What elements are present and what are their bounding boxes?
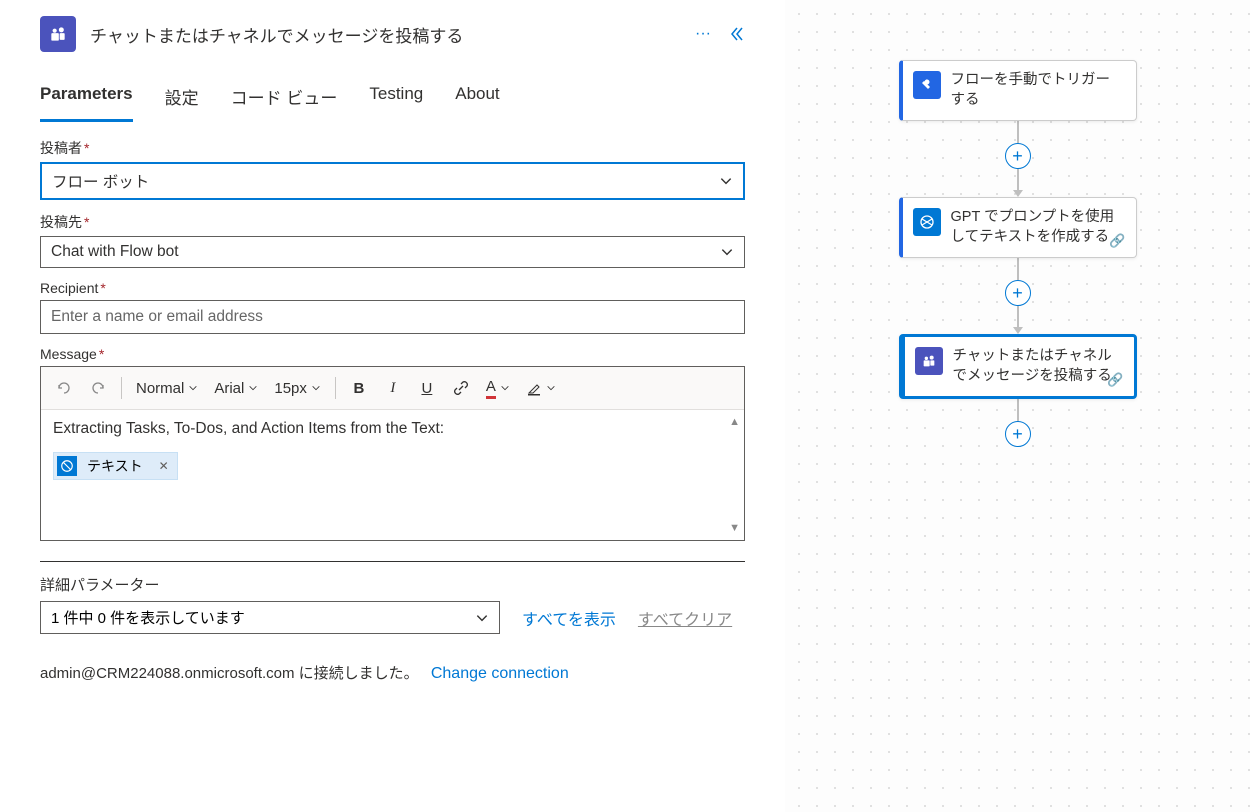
panel-title: チャットまたはチャネルでメッセージを投稿する: [90, 22, 681, 47]
teams-icon: [915, 347, 943, 375]
node-title: GPT でプロンプトを使用してテキストを作成する: [951, 208, 1124, 247]
trigger-icon: [913, 71, 941, 99]
tab-codeview[interactable]: コード ビュー: [231, 84, 338, 122]
postto-value: Chat with Flow bot: [51, 243, 179, 261]
dynamic-token[interactable]: テキスト ✕: [53, 452, 178, 480]
flow-node-gpt[interactable]: GPT でプロンプトを使用してテキストを作成する 🔗: [899, 197, 1137, 258]
teams-icon: [40, 16, 76, 52]
config-panel: チャットまたはチャネルでメッセージを投稿する ··· Parameters 設定…: [0, 0, 785, 812]
scroll-up-icon[interactable]: ▲: [729, 416, 740, 428]
flow-node-trigger[interactable]: フローを手動でトリガーする: [899, 60, 1137, 121]
flow-node-teams[interactable]: チャットまたはチャネルでメッセージを投稿する 🔗: [899, 334, 1137, 399]
token-remove-icon[interactable]: ✕: [159, 459, 169, 473]
style-dropdown[interactable]: Normal: [130, 380, 204, 397]
token-icon: [57, 456, 77, 476]
scroll-down-icon[interactable]: ▼: [729, 522, 740, 534]
more-icon[interactable]: ···: [695, 25, 711, 43]
recipient-label: Recipient*: [40, 280, 745, 296]
advanced-section: 詳細パラメーター 1 件中 0 件を表示しています すべてを表示 すべてクリア: [40, 561, 745, 634]
tab-settings[interactable]: 設定: [165, 84, 199, 122]
italic-button[interactable]: I: [378, 373, 408, 403]
font-dropdown[interactable]: Arial: [208, 380, 264, 397]
chevron-down-icon: [475, 611, 489, 625]
token-label: テキスト: [87, 456, 143, 476]
advanced-select[interactable]: 1 件中 0 件を表示しています: [40, 601, 500, 634]
poster-value: フロー ボット: [52, 170, 149, 192]
undo-button[interactable]: [49, 373, 79, 403]
chevron-down-icon: [720, 245, 734, 259]
tab-parameters[interactable]: Parameters: [40, 84, 133, 122]
message-body[interactable]: ▲ Extracting Tasks, To-Dos, and Action I…: [41, 410, 744, 540]
node-title: フローを手動でトリガーする: [951, 71, 1124, 110]
size-dropdown[interactable]: 15px: [268, 380, 327, 397]
advanced-display: 1 件中 0 件を表示しています: [51, 607, 245, 628]
underline-button[interactable]: U: [412, 373, 442, 403]
flow-column: フローを手動でトリガーする + GPT でプロンプトを使用してテキストを作成する…: [898, 60, 1138, 447]
fontcolor-button[interactable]: A: [480, 378, 516, 399]
poster-select[interactable]: フロー ボット: [40, 162, 745, 200]
tab-testing[interactable]: Testing: [369, 84, 423, 122]
panel-header: チャットまたはチャネルでメッセージを投稿する ···: [0, 0, 785, 60]
node-title: チャットまたはチャネルでメッセージを投稿する: [953, 347, 1122, 386]
highlight-button[interactable]: [520, 380, 562, 396]
recipient-input[interactable]: [40, 300, 745, 334]
rte-toolbar: Normal Arial 15px B I U A: [41, 367, 744, 410]
add-step-button[interactable]: +: [1005, 143, 1031, 169]
postto-select[interactable]: Chat with Flow bot: [40, 236, 745, 268]
advanced-title: 詳細パラメーター: [40, 574, 745, 595]
tabs: Parameters 設定 コード ビュー Testing About: [0, 60, 785, 122]
collapse-icon[interactable]: [729, 26, 745, 42]
change-connection-link[interactable]: Change connection: [431, 665, 569, 682]
flow-canvas[interactable]: フローを手動でトリガーする + GPT でプロンプトを使用してテキストを作成する…: [785, 0, 1250, 812]
postto-label: 投稿先*: [40, 212, 745, 232]
link-icon: 🔗: [1107, 372, 1123, 388]
message-editor: Normal Arial 15px B I U A: [40, 366, 745, 541]
message-text: Extracting Tasks, To-Dos, and Action Ite…: [53, 420, 732, 438]
connection-info: admin@CRM224088.onmicrosoft.com に接続しました。…: [40, 662, 745, 683]
tab-about[interactable]: About: [455, 84, 499, 122]
form-body: 投稿者* フロー ボット 投稿先* Chat with Flow bot Rec…: [0, 122, 785, 703]
add-step-button[interactable]: +: [1005, 421, 1031, 447]
link-button[interactable]: [446, 373, 476, 403]
gpt-icon: [913, 208, 941, 236]
bold-button[interactable]: B: [344, 373, 374, 403]
clear-all-link[interactable]: すべてクリア: [638, 606, 732, 630]
show-all-link[interactable]: すべてを表示: [522, 606, 616, 630]
link-icon: 🔗: [1109, 233, 1125, 249]
connection-text: admin@CRM224088.onmicrosoft.com に接続しました。: [40, 665, 419, 682]
redo-button[interactable]: [83, 373, 113, 403]
add-step-button[interactable]: +: [1005, 280, 1031, 306]
chevron-down-icon: [719, 174, 733, 188]
poster-label: 投稿者*: [40, 138, 745, 158]
message-label: Message*: [40, 346, 745, 362]
